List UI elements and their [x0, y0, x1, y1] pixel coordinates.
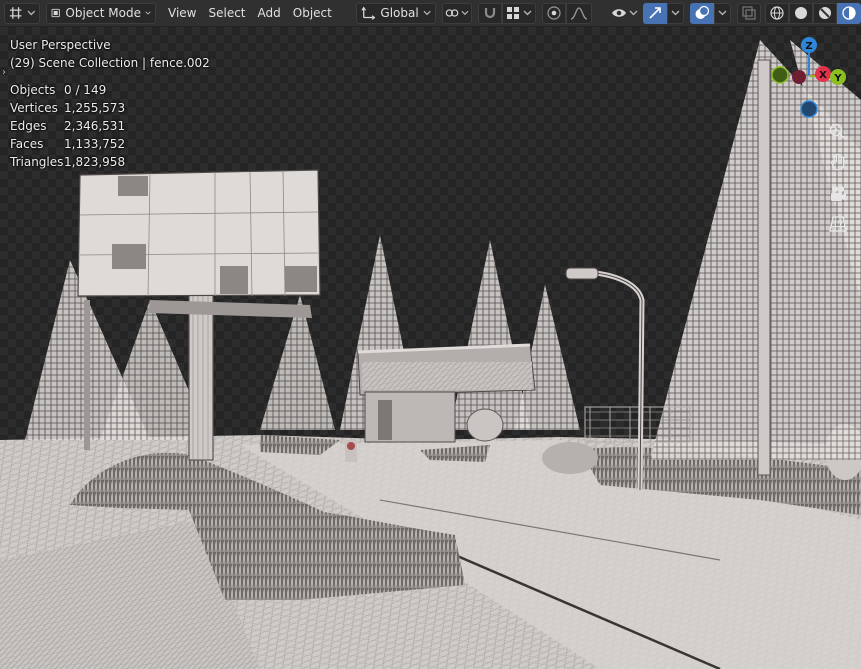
- viewport-header: Object Mode View Select Add Object Globa…: [0, 0, 861, 27]
- gizmo-neg-z[interactable]: [800, 100, 818, 118]
- chevron-down-icon: [523, 10, 532, 16]
- stat-label: Faces: [10, 137, 44, 151]
- stat-label: Triangles: [10, 155, 64, 169]
- stat-value: 1,255,573: [64, 101, 126, 115]
- editor-type-selector[interactable]: [4, 2, 40, 24]
- stat-row: Faces 1,133,752: [10, 135, 125, 153]
- gizmo-options-button[interactable]: [667, 2, 684, 24]
- stat-value: 0 / 149: [64, 83, 107, 97]
- transform-orientation-selector[interactable]: Global: [355, 2, 436, 24]
- scene-render: [0, 40, 861, 669]
- proportional-editing-button[interactable]: [541, 2, 566, 24]
- menu-select-label: Select: [208, 6, 246, 20]
- chevron-down-icon: [671, 10, 680, 16]
- menu-select[interactable]: Select: [202, 3, 251, 24]
- rendered-shading-button[interactable]: [837, 2, 861, 24]
- xray-toggle-button[interactable]: [737, 2, 761, 24]
- menu-object-label: Object: [292, 6, 332, 20]
- pan-button[interactable]: [824, 148, 852, 176]
- camera-icon: [831, 186, 846, 201]
- gizmo-x-label: X: [819, 70, 827, 81]
- menu-object[interactable]: Object: [287, 3, 338, 24]
- eye-icon: [611, 9, 626, 17]
- stat-row: Objects 0 / 149: [10, 81, 125, 99]
- camera-view-button[interactable]: [824, 180, 852, 208]
- chevron-down-icon: [423, 10, 431, 16]
- solid-sphere-icon: [795, 7, 807, 19]
- 3d-viewport[interactable]: ›: [0, 27, 861, 669]
- chevron-down-icon: [718, 10, 727, 16]
- chevron-down-icon: [145, 11, 151, 15]
- magnet-icon: [484, 8, 495, 19]
- xray-icon: [742, 6, 756, 20]
- object-mode-icon: [51, 8, 60, 18]
- gizmo-z-axis[interactable]: Z: [801, 37, 817, 53]
- wireframe-shading-button[interactable]: [765, 2, 789, 24]
- gizmo-neg-x[interactable]: [792, 70, 806, 84]
- proportional-editing-icon: [547, 6, 561, 20]
- stat-row: Edges 2,346,531: [10, 117, 125, 135]
- stat-row: Triangles 1,823,958: [10, 153, 125, 171]
- zoom-magnifier-icon: [829, 123, 846, 140]
- stat-label: Objects: [10, 83, 56, 97]
- stat-value: 1,133,752: [64, 137, 126, 151]
- grid-snap-icon: [506, 7, 519, 19]
- stat-label: Edges: [10, 119, 47, 133]
- gizmo-toggle-button[interactable]: [643, 2, 667, 24]
- mode-selector[interactable]: Object Mode: [46, 2, 156, 24]
- stat-label: Vertices: [10, 101, 58, 115]
- stat-value: 1,823,958: [64, 155, 126, 169]
- menu-add-label: Add: [257, 6, 281, 20]
- chevron-down-icon: [27, 10, 36, 16]
- rendered-sphere-icon: [842, 6, 856, 20]
- stat-row: Vertices 1,255,573: [10, 99, 125, 117]
- overlays-icon: [695, 5, 710, 19]
- grid-perspective-icon: [829, 216, 847, 232]
- overlays-toggle-button[interactable]: [690, 2, 714, 24]
- collection-label: (29) Scene Collection | fence.002: [10, 56, 210, 70]
- menu-view[interactable]: View: [162, 3, 202, 24]
- hand-icon: [830, 153, 845, 171]
- snap-toggle-button[interactable]: [477, 2, 502, 24]
- gizmo-z-label: Z: [805, 41, 812, 52]
- gizmo-y-axis[interactable]: Y: [830, 69, 846, 85]
- gizmo-icon: [649, 7, 661, 19]
- orientation-label: Global: [380, 6, 419, 20]
- stat-value: 2,346,531: [64, 119, 126, 133]
- wireframe-sphere-icon: [770, 6, 784, 20]
- solid-shading-button[interactable]: [789, 2, 813, 24]
- snap-target-selector[interactable]: [501, 2, 536, 24]
- view-perspective-label: User Perspective: [10, 38, 111, 52]
- gizmo-neg-y[interactable]: [771, 66, 789, 84]
- material-preview-button[interactable]: [813, 2, 837, 24]
- gizmo-y-label: Y: [833, 73, 842, 84]
- visibility-selector[interactable]: [609, 3, 639, 24]
- material-sphere-icon: [819, 7, 831, 19]
- viewport-info: User Perspective (29) Scene Collection |…: [10, 36, 210, 72]
- sidebar-toggle-chevron[interactable]: ›: [2, 67, 6, 78]
- link-icon: [445, 9, 459, 17]
- overlays-options-button[interactable]: [714, 2, 731, 24]
- scene-statistics: Objects 0 / 149 Vertices 1,255,573 Edges…: [10, 81, 125, 171]
- gizmo-x-axis[interactable]: X: [815, 66, 831, 82]
- editor-type-icon: [9, 7, 22, 19]
- proportional-falloff-button[interactable]: [565, 2, 592, 24]
- navigation-gizmo[interactable]: Z X Y: [765, 34, 851, 120]
- chevron-down-icon: [629, 10, 637, 16]
- zoom-button[interactable]: [824, 118, 852, 146]
- perspective-toggle-button[interactable]: [824, 210, 852, 238]
- menu-add[interactable]: Add: [252, 3, 287, 24]
- falloff-curve-icon: [570, 7, 588, 20]
- menu-view-label: View: [168, 6, 197, 20]
- chevron-down-icon: [461, 10, 469, 16]
- orientation-icon: [361, 6, 376, 20]
- pivot-point-selector[interactable]: [441, 2, 472, 24]
- mode-label: Object Mode: [65, 6, 141, 20]
